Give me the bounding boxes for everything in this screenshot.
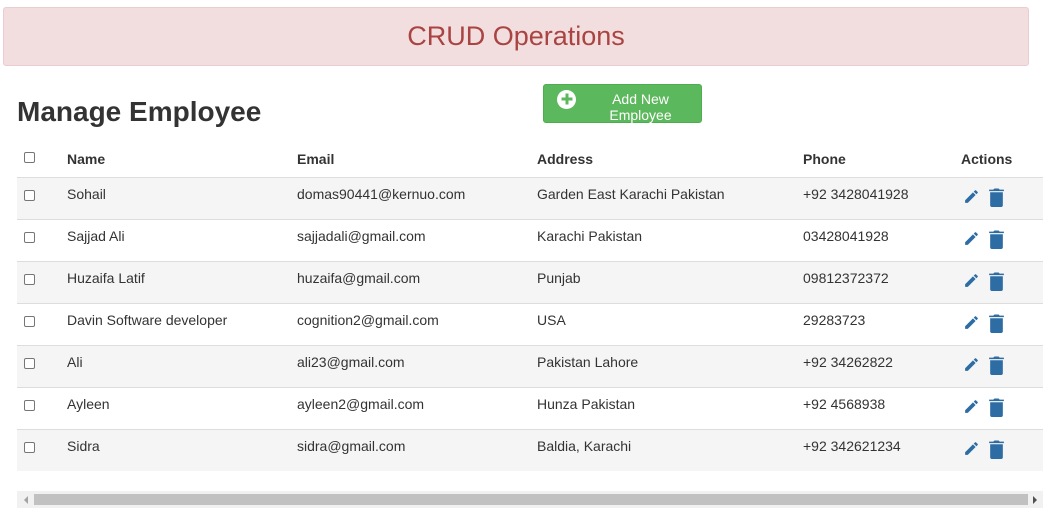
cell-address: Hunza Pakistan — [537, 395, 636, 412]
scroll-left-arrow-icon[interactable] — [17, 491, 34, 508]
add-employee-button[interactable]: Add New Employee — [543, 84, 702, 123]
edit-icon[interactable] — [963, 314, 980, 333]
row-select-cell — [17, 303, 59, 345]
scrollbar-thumb[interactable] — [34, 494, 1028, 505]
cell-phone: 29283723 — [803, 311, 866, 328]
cell-actions — [953, 345, 1043, 387]
delete-icon[interactable] — [989, 356, 1006, 375]
row-checkbox[interactable] — [24, 231, 35, 243]
add-employee-label: Add New Employee — [609, 90, 672, 123]
edit-icon[interactable] — [963, 398, 980, 417]
cell-phone: +92 4568938 — [803, 395, 886, 412]
cell-name: Ayleen — [67, 395, 110, 412]
row-checkbox[interactable] — [24, 399, 35, 411]
table-row: Ayleen ayleen2@gmail.com Hunza Pakistan +92… — [17, 387, 1043, 429]
cell-address: Karachi Pakistan — [537, 227, 643, 244]
cell-email: domas90441@kernuo.com — [297, 185, 466, 202]
edit-icon[interactable] — [963, 440, 980, 459]
row-select-cell — [17, 219, 59, 261]
cell-address: Punjab — [537, 269, 581, 286]
cell-email: ali23@gmail.com — [297, 353, 405, 370]
cell-email: sajjadali@gmail.com — [297, 227, 426, 244]
delete-icon[interactable] — [989, 272, 1006, 291]
row-checkbox[interactable] — [24, 273, 35, 285]
cell-email: cognition2@gmail.com — [297, 311, 439, 328]
row-select-cell — [17, 429, 59, 471]
column-header-actions: Actions — [961, 151, 1013, 168]
table-row: Ali ali23@gmail.com Pakistan Lahore +92 342… — [17, 345, 1043, 387]
cell-phone: 03428041928 — [803, 227, 889, 244]
row-select-cell — [17, 387, 59, 429]
cell-actions — [953, 261, 1043, 303]
column-header-address: Address — [537, 151, 594, 168]
cell-name: Davin Software developer — [67, 311, 228, 328]
cell-actions — [953, 177, 1043, 219]
row-checkbox[interactable] — [24, 315, 35, 327]
cell-address: Garden East Karachi Pakistan — [537, 185, 725, 202]
row-checkbox[interactable] — [24, 357, 35, 369]
column-header-name: Name — [67, 151, 106, 168]
row-checkbox[interactable] — [24, 189, 35, 201]
cell-email: huzaifa@gmail.com — [297, 269, 421, 286]
row-checkbox[interactable] — [24, 441, 35, 453]
cell-address: USA — [537, 311, 566, 328]
select-all-checkbox[interactable] — [24, 152, 35, 164]
cell-name: Sidra — [67, 437, 100, 454]
cell-name: Huzaifa Latif — [67, 269, 145, 286]
cell-phone: +92 342621234 — [803, 437, 901, 454]
edit-icon[interactable] — [963, 356, 980, 375]
table-row: Davin Software developer cognition2@gmail… — [17, 303, 1043, 345]
cell-actions — [953, 429, 1043, 471]
edit-icon[interactable] — [963, 188, 980, 207]
table-row: Huzaifa Latif huzaifa@gmail.com Punjab 0981… — [17, 261, 1043, 303]
alert-banner: CRUD Operations — [3, 7, 1029, 66]
table-row: Sohail domas90441@kernuo.com Garden East K… — [17, 177, 1043, 219]
cell-name: Sajjad Ali — [67, 227, 125, 244]
table-row: Sajjad Ali sajjadali@gmail.com Karachi Pak… — [17, 219, 1043, 261]
cell-address: Pakistan Lahore — [537, 353, 639, 370]
cell-email: ayleen2@gmail.com — [297, 395, 425, 412]
horizontal-scrollbar[interactable] — [17, 491, 1043, 508]
edit-icon[interactable] — [963, 272, 980, 291]
edit-icon[interactable] — [963, 230, 980, 249]
plus-circle-icon — [557, 89, 576, 109]
cell-phone: +92 3428041928 — [803, 185, 909, 202]
cell-actions — [953, 303, 1043, 345]
row-select-cell — [17, 261, 59, 303]
delete-icon[interactable] — [989, 188, 1006, 207]
header-select-all — [17, 141, 59, 177]
page-title: Manage Employee — [17, 96, 262, 127]
cell-phone: 09812372372 — [803, 269, 889, 286]
cell-name: Sohail — [67, 185, 106, 202]
delete-icon[interactable] — [989, 314, 1006, 333]
table-row: Sidra sidra@gmail.com Baldia, Karachi +92 3… — [17, 429, 1043, 471]
scroll-right-arrow-icon[interactable] — [1026, 491, 1043, 508]
cell-name: Ali — [67, 353, 83, 370]
cell-actions — [953, 387, 1043, 429]
employee-table: Name Email Address Phone Actions Sohail d… — [17, 141, 1043, 471]
delete-icon[interactable] — [989, 440, 1006, 459]
table-header-row: Name Email Address Phone Actions — [17, 141, 1043, 177]
employee-table-container: Name Email Address Phone Actions Sohail d… — [17, 141, 1043, 471]
column-header-phone: Phone — [803, 151, 846, 168]
cell-phone: +92 34262822 — [803, 353, 893, 370]
row-select-cell — [17, 345, 59, 387]
cell-email: sidra@gmail.com — [297, 437, 406, 454]
delete-icon[interactable] — [989, 230, 1006, 249]
delete-icon[interactable] — [989, 398, 1006, 417]
cell-address: Baldia, Karachi — [537, 437, 632, 454]
banner-title: CRUD Operations — [407, 21, 625, 51]
cell-actions — [953, 219, 1043, 261]
column-header-email: Email — [297, 151, 335, 168]
table-body: Sohail domas90441@kernuo.com Garden East K… — [17, 177, 1043, 471]
row-select-cell — [17, 177, 59, 219]
